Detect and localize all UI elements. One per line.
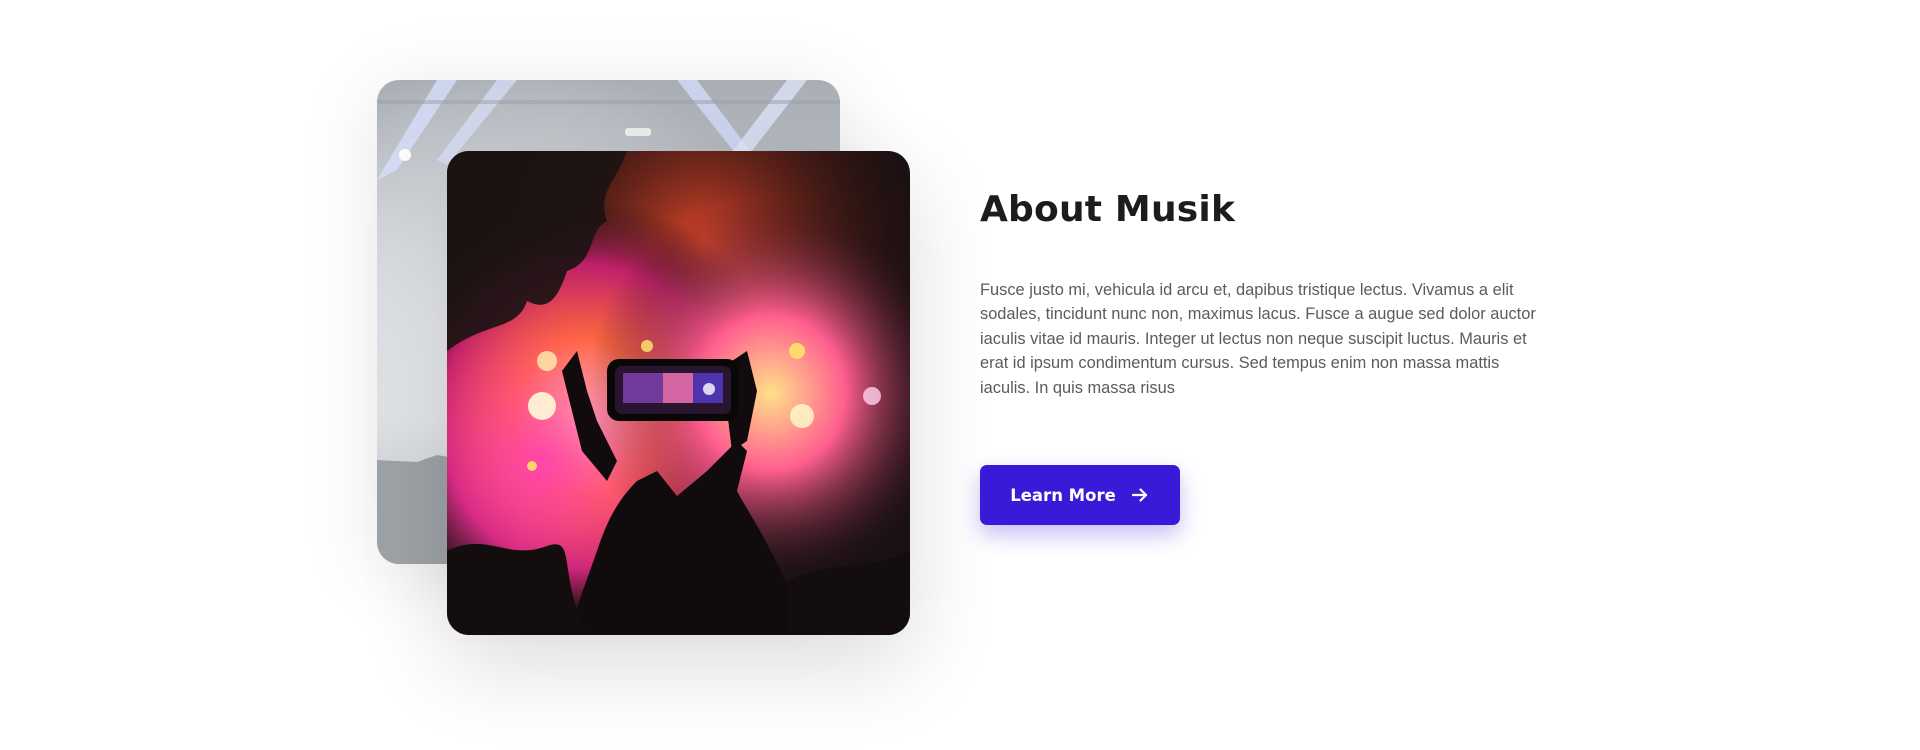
concert-crowd-phone-photo bbox=[447, 151, 910, 635]
learn-more-label: Learn More bbox=[1010, 485, 1116, 505]
section-title: About Musik bbox=[980, 189, 1236, 230]
about-content: About Musik Fusce justo mi, vehicula id … bbox=[980, 180, 1560, 400]
about-section: About Musik Fusce justo mi, vehicula id … bbox=[0, 0, 1920, 750]
arrow-right-icon bbox=[1130, 485, 1150, 505]
learn-more-button[interactable]: Learn More bbox=[980, 465, 1180, 525]
section-description: Fusce justo mi, vehicula id arcu et, dap… bbox=[980, 281, 1536, 397]
